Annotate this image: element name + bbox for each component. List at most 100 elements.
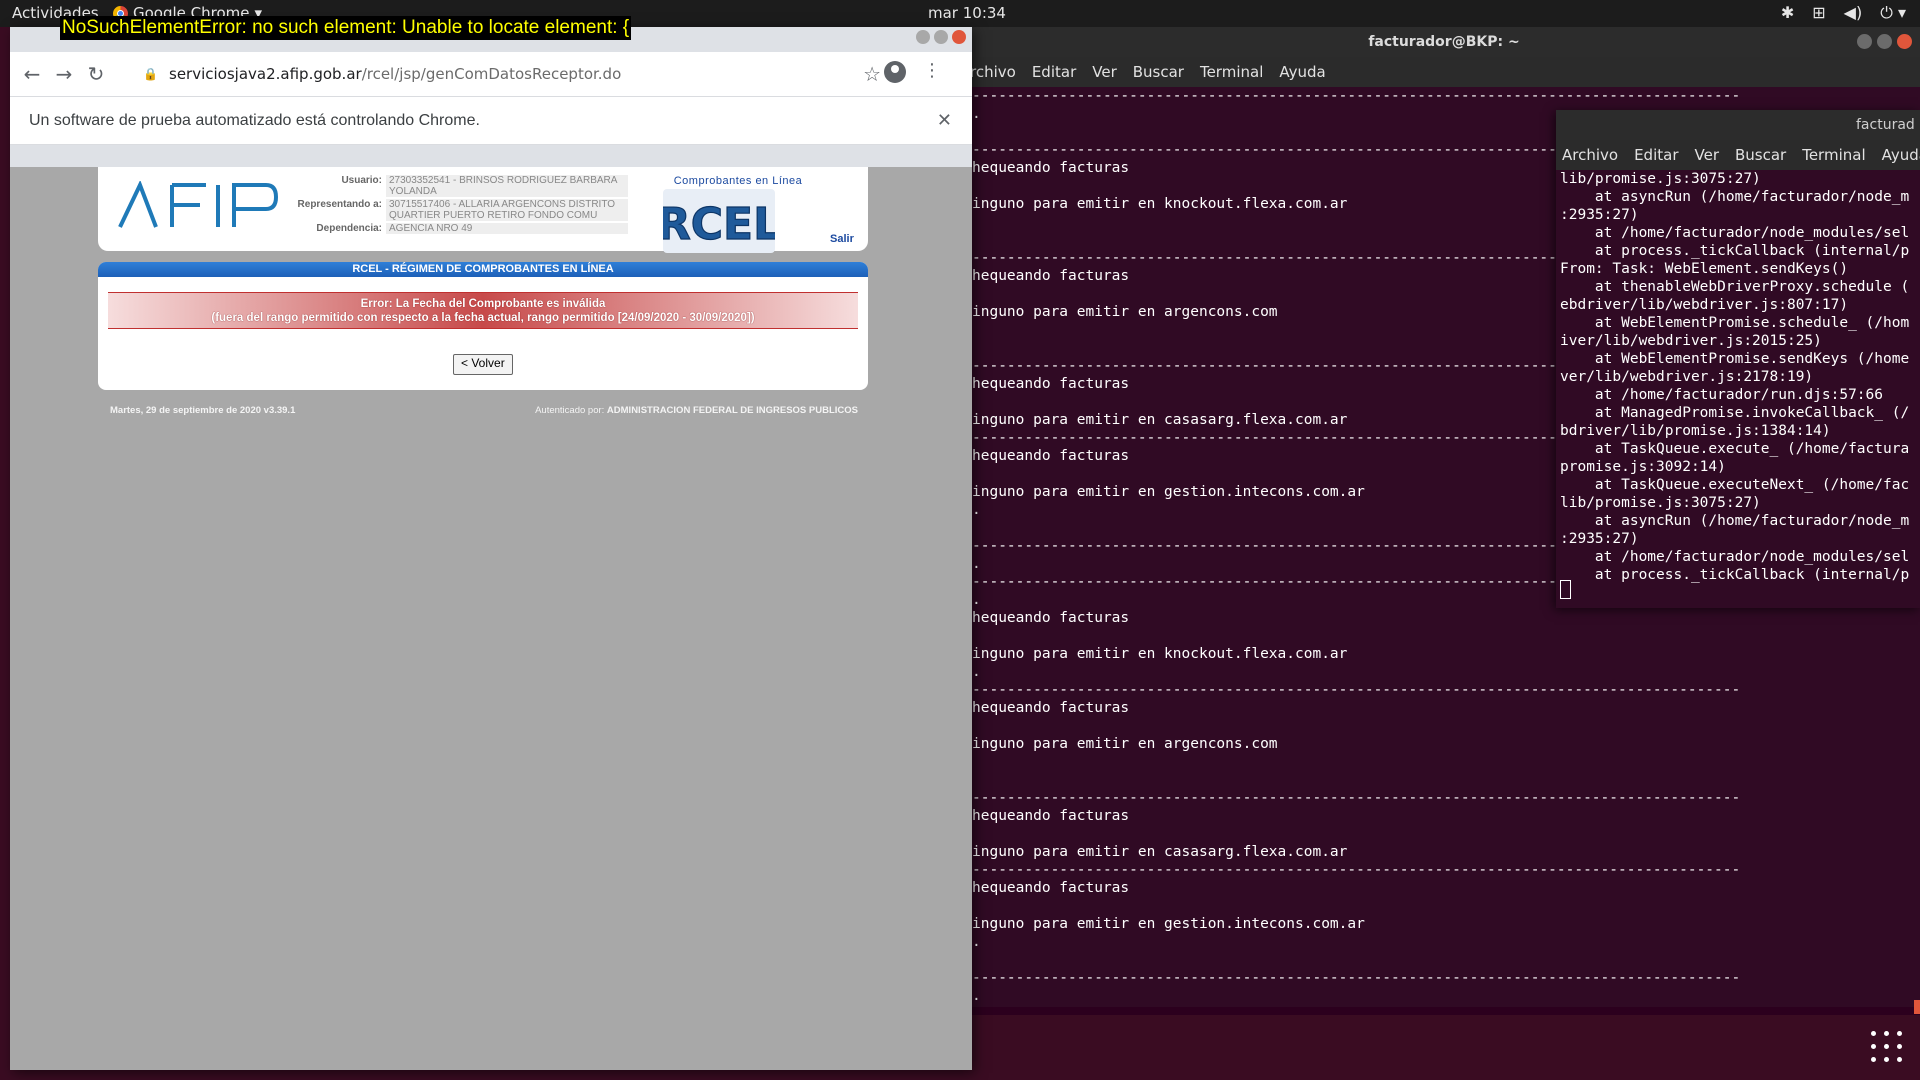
rcel-logo: RCEL — [656, 189, 782, 253]
terminal-window-2[interactable]: facturad Archivo Editar Ver Buscar Termi… — [1556, 110, 1920, 608]
bluetooth-icon[interactable]: ✱ — [1781, 3, 1794, 23]
terminal-line: ----------------------------------------… — [972, 970, 1741, 986]
terminal2-titlebar[interactable]: facturad — [1556, 110, 1920, 140]
terminal2-line: iver/lib/webdriver.js:2015:25) — [1560, 333, 1822, 349]
url-path: /rcel/jsp/genComDatosReceptor.do — [361, 65, 622, 83]
terminal-line: ----------------------------------------… — [972, 682, 1741, 698]
address-bar[interactable]: 🔒 serviciosjava2.afip.gob.ar/rcel/jsp/ge… — [125, 59, 881, 89]
terminal-titlebar[interactable]: facturador@BKP: ~ — [968, 27, 1920, 57]
usuario-value: 27303352541 - BRINSOS RODRIGUEZ BARBARA … — [386, 175, 628, 197]
terminal2-menubar: Archivo Editar Ver Buscar Terminal Ayuda — [1556, 140, 1920, 170]
terminal-line: . — [972, 988, 981, 1004]
chrome-window[interactable]: ← → ↻ 🔒 serviciosjava2.afip.gob.ar/rcel/… — [10, 27, 972, 1070]
volume-icon[interactable]: ◀) — [1844, 3, 1863, 23]
panel-title: RCEL - RÉGIMEN DE COMPROBANTES EN LÍNEA — [98, 262, 868, 277]
error-line-2: (fuera del rango permitido con respecto … — [211, 312, 755, 324]
terminal-cursor — [1560, 580, 1571, 599]
terminal2-line: lib/promise.js:3075:27) — [1560, 495, 1761, 511]
close-button[interactable] — [952, 30, 966, 44]
close-icon[interactable]: ✕ — [937, 97, 952, 144]
minimize-button[interactable] — [1857, 34, 1872, 49]
terminal-line: inguno para emitir en casasarg.flexa.com… — [972, 844, 1348, 860]
terminal-line: hequeando facturas — [972, 610, 1130, 626]
menu-archivo[interactable]: rchivo — [970, 57, 1016, 87]
maximize-button[interactable] — [1877, 34, 1892, 49]
terminal-line: inguno para emitir en argencons.com — [972, 736, 1278, 752]
afip-header: Usuario: 27303352541 - BRINSOS RODRIGUEZ … — [98, 167, 868, 253]
url-host: serviciosjava2.afip.gob.ar — [169, 65, 362, 83]
terminal2-line: at /home/facturador/run.djs:57:66 — [1560, 387, 1884, 403]
terminal-menubar: rchivo Editar Ver Buscar Terminal Ayuda — [968, 57, 1920, 87]
dependencia-label: Dependencia: — [316, 223, 382, 234]
footer-auth-label: Autenticado por: — [535, 405, 605, 416]
forward-arrow-icon[interactable]: → — [50, 60, 78, 88]
terminal-title: facturador@BKP: ~ — [1368, 34, 1520, 50]
terminal2-line: at /home/facturador/node_modules/sel — [1560, 225, 1910, 241]
minimize-button[interactable] — [916, 30, 930, 44]
maximize-button[interactable] — [934, 30, 948, 44]
terminal2-line: at asyncRun (/home/facturador/node_m — [1560, 513, 1910, 529]
menu-editar[interactable]: Editar — [1634, 140, 1678, 170]
lock-icon[interactable]: 🔒 — [143, 67, 158, 81]
menu-ayuda[interactable]: Ayuda — [1279, 57, 1325, 87]
terminal-line: hequeando facturas — [972, 808, 1130, 824]
terminal2-line: From: Task: WebElement.sendKeys() — [1560, 261, 1849, 277]
reload-icon[interactable]: ↻ — [82, 60, 110, 88]
error-overlay: NoSuchElementError: no such element: Una… — [60, 16, 632, 40]
terminal2-line: ver/lib/webdriver.js:2178:19) — [1560, 369, 1814, 385]
rcel-subtitle: Comprobantes en Línea — [673, 175, 803, 187]
terminal-line: ----------------------------------------… — [972, 88, 1741, 104]
menu-ver[interactable]: Ver — [1695, 140, 1720, 170]
close-button[interactable] — [1897, 34, 1912, 49]
menu-terminal[interactable]: Terminal — [1200, 57, 1263, 87]
terminal2-line: at process._tickCallback (internal/p — [1560, 567, 1910, 583]
menu-buscar[interactable]: Buscar — [1133, 57, 1184, 87]
terminal-line: hequeando facturas — [972, 880, 1130, 896]
terminal2-line: at ManagedPromise.invokeCallback_ (/ — [1560, 405, 1910, 421]
rcel-panel: RCEL - RÉGIMEN DE COMPROBANTES EN LÍNEA … — [98, 262, 868, 390]
page-content: Usuario: 27303352541 - BRINSOS RODRIGUEZ … — [10, 167, 972, 1070]
footer-date: Martes, 29 de septiembre de 2020 v3.39.1 — [110, 405, 296, 416]
terminal2-line: bdriver/lib/promise.js:1384:14) — [1560, 423, 1831, 439]
volver-button[interactable]: < Volver — [453, 354, 513, 375]
terminal2-line: at process._tickCallback (internal/p — [1560, 243, 1910, 259]
automation-infobar: Un software de prueba automatizado está … — [10, 96, 972, 145]
power-icon[interactable]: ⏻ ▾ — [1880, 3, 1906, 23]
terminal2-line: at /home/facturador/node_modules/sel — [1560, 549, 1910, 565]
terminal2-line: at asyncRun (/home/facturador/node_m — [1560, 189, 1910, 205]
menu-ayuda[interactable]: Ayuda — [1882, 140, 1920, 170]
menu-archivo[interactable]: Archivo — [1562, 140, 1618, 170]
error-line-1: Error: La Fecha del Comprobante es invál… — [360, 298, 606, 310]
bookmark-star-icon[interactable]: ☆ — [863, 62, 881, 86]
clock[interactable]: mar 10:34 — [928, 4, 1006, 22]
usuario-label: Usuario: — [341, 175, 382, 186]
system-tray[interactable]: ✱ ⊞ ◀) ⏻ ▾ — [1781, 3, 1906, 23]
account-icon[interactable] — [884, 61, 906, 83]
rcel-logo-box: Comprobantes en Línea RCEL — [656, 175, 813, 258]
terminal-line: inguno para emitir en gestion.intecons.c… — [972, 916, 1365, 932]
footer-auth: Autenticado por: ADMINISTRACION FEDERAL … — [535, 405, 858, 416]
terminal2-output[interactable]: lib/promise.js:3075:27) at asyncRun (/ho… — [1560, 170, 1920, 608]
menu-editar[interactable]: Editar — [1032, 57, 1076, 87]
menu-buscar[interactable]: Buscar — [1735, 140, 1786, 170]
network-icon[interactable]: ⊞ — [1812, 3, 1825, 23]
menu-kebab-icon[interactable]: ⋮ — [923, 60, 941, 81]
terminal-line: hequeando facturas — [972, 700, 1130, 716]
terminal2-line: promise.js:3092:14) — [1560, 459, 1726, 475]
terminal2-line: at TaskQueue.execute_ (/home/factura — [1560, 441, 1910, 457]
show-applications-icon[interactable] — [1871, 1031, 1903, 1063]
salir-link[interactable]: Salir — [830, 233, 854, 245]
terminal-line: . — [972, 934, 981, 950]
rcel-logo-text: RCEL — [663, 199, 775, 250]
representando-value: 30715517406 - ALLARIA ARGENCONS DISTRITO… — [386, 199, 628, 221]
menu-terminal[interactable]: Terminal — [1802, 140, 1865, 170]
terminal2-line: at TaskQueue.executeNext_ (/home/fac — [1560, 477, 1910, 493]
back-arrow-icon[interactable]: ← — [18, 60, 46, 88]
terminal-line: ----------------------------------------… — [972, 862, 1741, 878]
menu-ver[interactable]: Ver — [1092, 57, 1117, 87]
terminal2-line: :2935:27) — [1560, 531, 1639, 547]
